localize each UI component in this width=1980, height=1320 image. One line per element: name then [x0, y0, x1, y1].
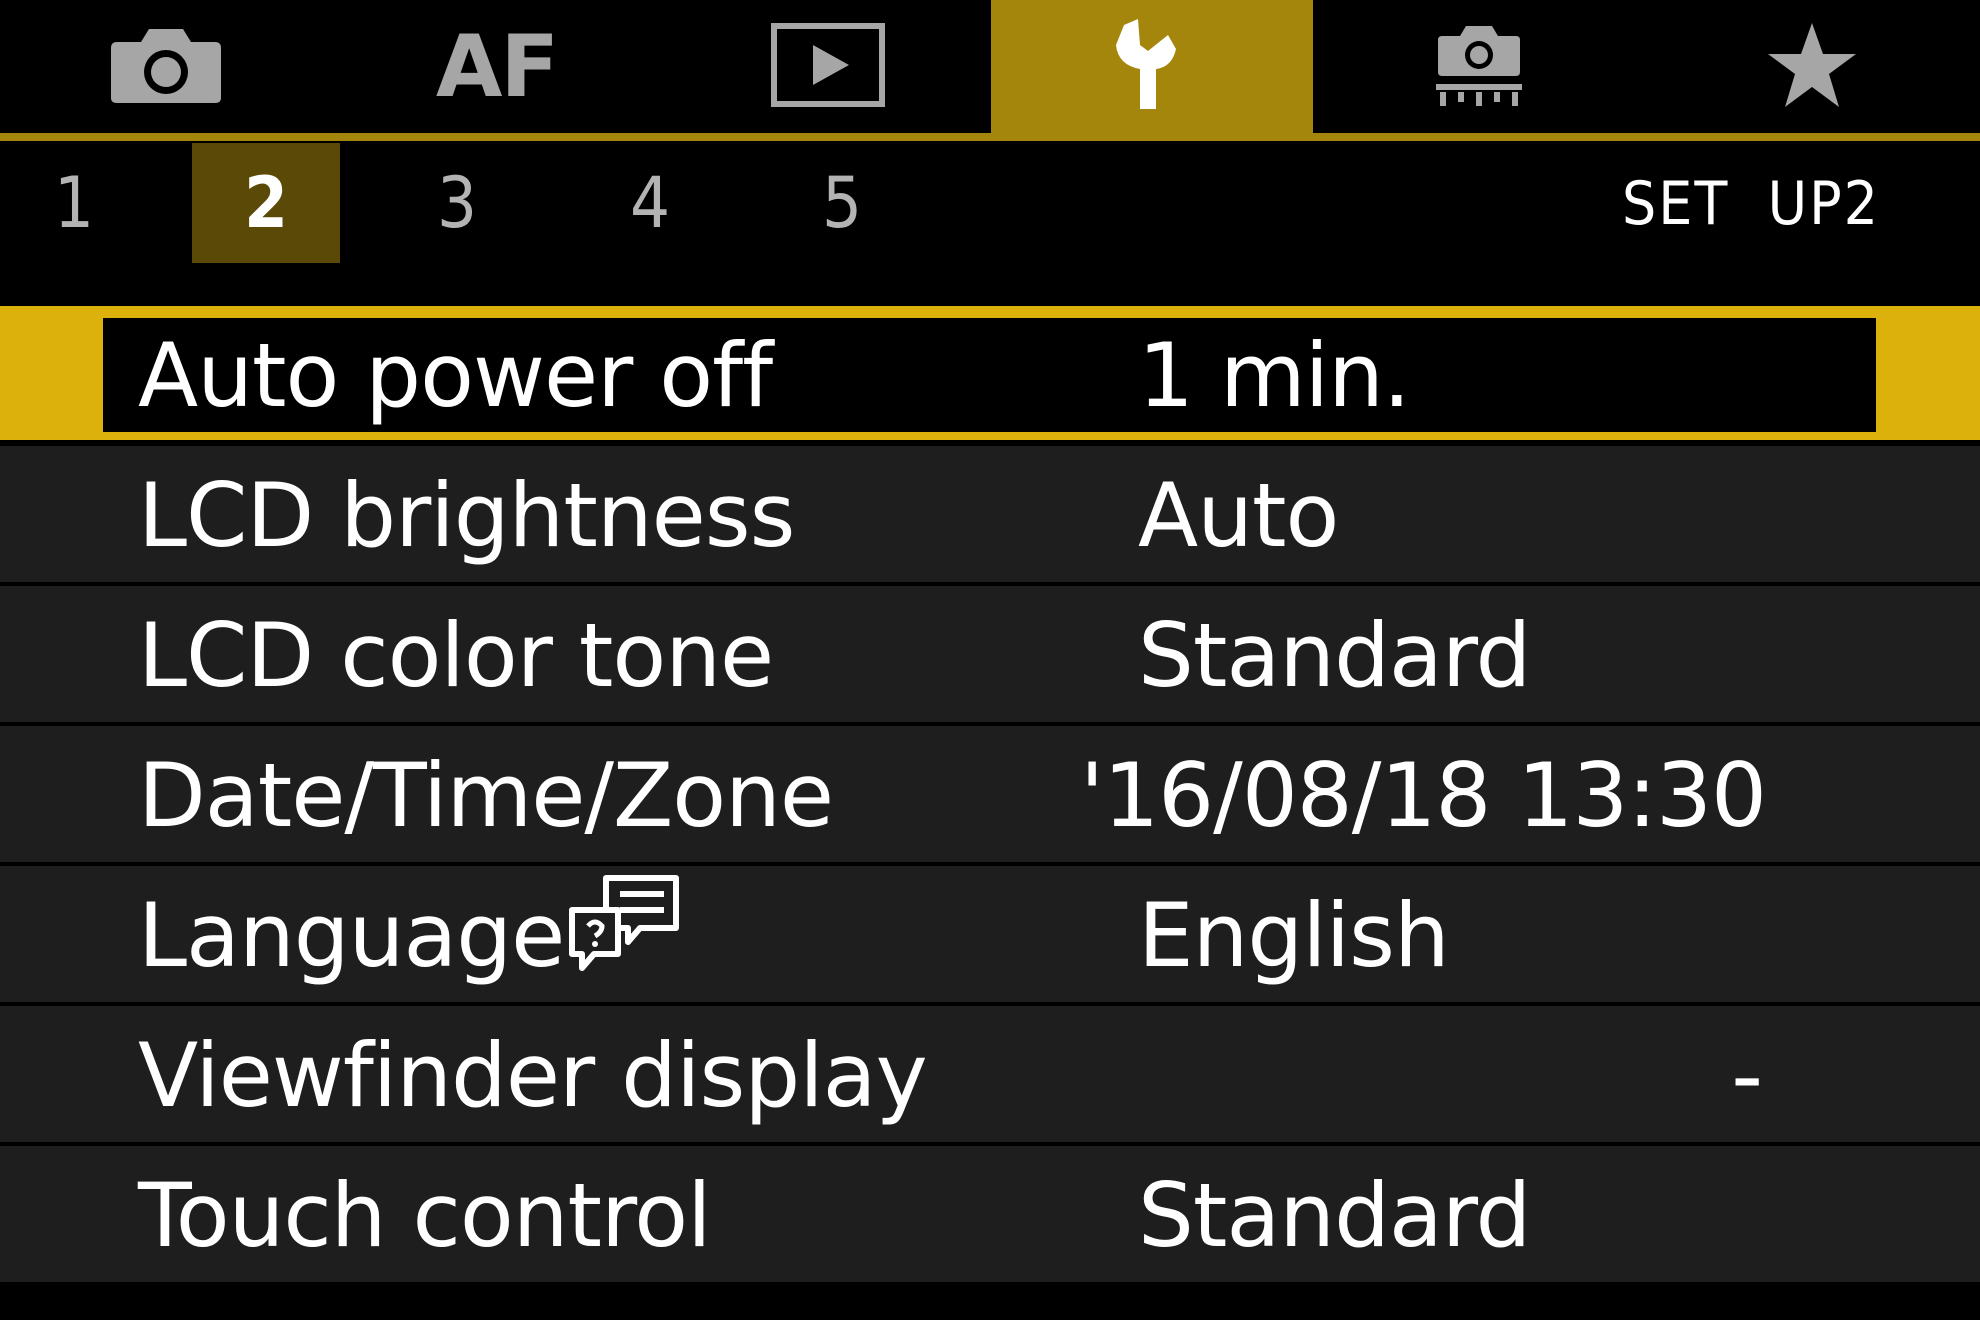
- sub-tab-1[interactable]: 1: [0, 143, 148, 263]
- menu-item-label: Viewfinder display: [138, 1024, 928, 1127]
- menu-item-value: 1 min.: [1138, 324, 1411, 427]
- menu-item-value: -: [1731, 1024, 1763, 1127]
- language-speech-icon: [566, 872, 684, 1012]
- custom-function-camera-icon: [1434, 22, 1524, 112]
- menu-item-label: Touch control: [138, 1164, 712, 1267]
- star-icon: [1766, 21, 1858, 113]
- menu-item-value: Auto: [1138, 464, 1339, 567]
- camera-menu-screen: AF 1 2 3 4 5 SET UP2 Auto power off 1 mi…: [0, 0, 1980, 1320]
- tab-af[interactable]: AF: [331, 0, 662, 133]
- wrench-icon: [1112, 18, 1192, 115]
- tab-setup[interactable]: [991, 0, 1313, 133]
- menu-item-value: Standard: [1138, 1164, 1531, 1267]
- menu-item-label: Date/Time/Zone: [138, 744, 834, 847]
- menu-item-value: Standard: [1138, 604, 1531, 707]
- sub-tab-2[interactable]: 2: [192, 143, 340, 263]
- tab-my-menu[interactable]: [1644, 0, 1980, 133]
- menu-item-label: Language: [138, 884, 565, 987]
- tab-af-label: AF: [435, 16, 559, 117]
- menu-item-viewfinder-display[interactable]: Viewfinder display -: [0, 1006, 1980, 1146]
- tab-shooting[interactable]: [0, 0, 331, 133]
- tab-custom-functions[interactable]: [1313, 0, 1644, 133]
- menu-item-value: English: [1138, 884, 1450, 987]
- main-tab-bar: AF: [0, 0, 1980, 133]
- sub-tab-3[interactable]: 3: [383, 143, 531, 263]
- menu-item-date-time-zone[interactable]: Date/Time/Zone '16/08/18 13:30: [0, 726, 1980, 866]
- play-icon: [770, 22, 885, 111]
- menu-item-label: LCD color tone: [138, 604, 774, 707]
- sub-tab-bar: 1 2 3 4 5 SET UP2: [0, 141, 1980, 263]
- menu-item-language[interactable]: Language English: [0, 866, 1980, 1006]
- sub-tab-4[interactable]: 4: [576, 143, 724, 263]
- menu-list: Auto power off 1 min. LCD brightness Aut…: [0, 306, 1980, 1286]
- tab-playback[interactable]: [662, 0, 993, 133]
- menu-item-touch-control[interactable]: Touch control Standard: [0, 1146, 1980, 1286]
- tab-bar-divider: [0, 133, 1980, 141]
- menu-item-label: LCD brightness: [138, 464, 795, 567]
- page-title: SET UP2: [1621, 169, 1880, 239]
- menu-item-auto-power-off[interactable]: Auto power off 1 min.: [0, 306, 1980, 446]
- menu-item-lcd-brightness[interactable]: LCD brightness Auto: [0, 446, 1980, 586]
- menu-item-lcd-color-tone[interactable]: LCD color tone Standard: [0, 586, 1980, 726]
- menu-item-label: Auto power off: [138, 324, 773, 427]
- menu-item-label-wrap: Language: [138, 866, 684, 1006]
- menu-item-value: '16/08/18 13:30: [1080, 744, 1767, 847]
- camera-icon: [107, 26, 225, 108]
- sub-tab-5[interactable]: 5: [768, 143, 916, 263]
